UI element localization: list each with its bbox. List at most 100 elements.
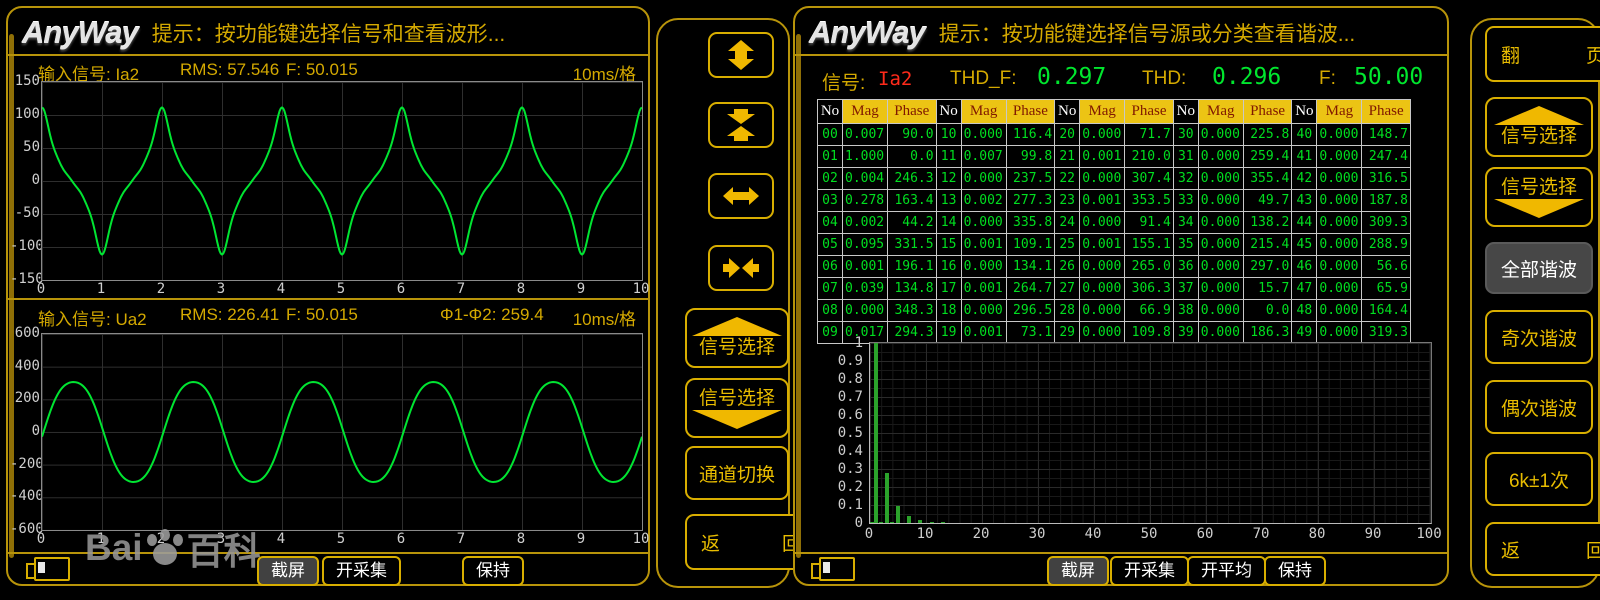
- spectrum-y-tick: 0.8: [833, 371, 863, 387]
- wave2-x-tick: 6: [390, 531, 412, 547]
- harmonic-phase: 335.8: [1006, 212, 1055, 234]
- expand-horizontal-button[interactable]: [708, 173, 774, 219]
- wave1-x-tick: 10: [630, 281, 652, 297]
- expand-vertical-button[interactable]: [708, 32, 774, 78]
- start-capture-button[interactable]: 开采集: [322, 556, 401, 586]
- back-button[interactable]: 返 回: [1485, 522, 1600, 576]
- wave1-y-tick: 100: [10, 106, 40, 122]
- thd-label: THD:: [1142, 68, 1186, 90]
- harmonic-mag: 0.007: [961, 146, 1006, 168]
- harmonic-mag: 0.000: [1080, 124, 1125, 146]
- wave2-x-tick: 5: [330, 531, 352, 547]
- hold-button[interactable]: 保持: [462, 556, 524, 586]
- panel-left-accent: [796, 34, 801, 558]
- harmonic-phase: 73.1: [1006, 322, 1055, 344]
- odd-harmonics-label: 奇次谐波: [1501, 324, 1577, 351]
- harmonic-mag: 0.000: [961, 212, 1006, 234]
- screenshot-button[interactable]: 截屏: [257, 556, 319, 586]
- hold-button[interactable]: 保持: [1264, 556, 1326, 586]
- start-average-button[interactable]: 开平均: [1187, 556, 1266, 586]
- wave1-y-ticks: 150100500-50-100-150: [10, 81, 42, 293]
- harmonic-no: 20: [1055, 124, 1080, 146]
- wave1-x-ticks: 012345678910: [41, 281, 645, 297]
- six-k-harmonics-button[interactable]: 6k±1次: [1485, 452, 1593, 506]
- harmonic-table-row: 040.00244.2140.000335.8240.00091.4340.00…: [818, 212, 1411, 234]
- wave1-y-tick: -50: [10, 205, 40, 221]
- harmonic-mag: 1.000: [843, 146, 888, 168]
- compress-vertical-button[interactable]: [708, 102, 774, 148]
- harmonic-mag: 0.001: [1080, 234, 1125, 256]
- harmonic-no: 24: [1055, 212, 1080, 234]
- harmonic-mag: 0.001: [961, 278, 1006, 300]
- wave2-x-tick: 9: [570, 531, 592, 547]
- wave2-x-tick: 4: [270, 531, 292, 547]
- harmonic-no: 07: [818, 278, 843, 300]
- all-harmonics-button[interactable]: 全部谐波: [1485, 242, 1593, 294]
- channel-switch-button[interactable]: 通道切换: [685, 446, 789, 500]
- wave2-y-tick: -400: [10, 488, 40, 504]
- harmonic-mag: 0.001: [961, 322, 1006, 344]
- harmonic-phase: 246.3: [888, 168, 937, 190]
- watermark-text-right: 百科: [187, 521, 261, 575]
- harmonic-bar-13: [941, 522, 945, 524]
- harmonic-phase: 91.4: [1125, 212, 1174, 234]
- harmonic-phase: 164.4: [1362, 300, 1411, 322]
- harmonic-phase: 297.0: [1243, 256, 1292, 278]
- signal-select-down-button[interactable]: 信号选择: [685, 378, 789, 438]
- harmonic-no: 27: [1055, 278, 1080, 300]
- harmonic-table-row: 050.095331.5150.001109.1250.001155.1350.…: [818, 234, 1411, 256]
- harmonic-no: 28: [1055, 300, 1080, 322]
- waveform-panel: AnyWay 提示：按功能键选择信号和查看波形... 输入信号: Ia2 RMS…: [6, 6, 650, 586]
- harmonic-bar-7: [907, 516, 911, 523]
- harmonic-spectrum-plot: [869, 342, 1432, 524]
- harmonic-phase: 319.3: [1362, 322, 1411, 344]
- wave1-x-tick: 7: [450, 281, 472, 297]
- harmonic-no: 08: [818, 300, 843, 322]
- signal-summary-row: 信号: Ia2 THD_F: 0.297 THD: 0.296 F: 50.00: [795, 62, 1447, 94]
- right-bottom-bar: 截屏开采集开平均保持: [795, 553, 1447, 587]
- start-capture-button[interactable]: 开采集: [1110, 556, 1189, 586]
- even-harmonics-label: 偶次谐波: [1501, 394, 1577, 421]
- harmonic-phase: 331.5: [888, 234, 937, 256]
- harmonic-mag: 0.095: [843, 234, 888, 256]
- col-header-phase: Phase: [1006, 100, 1055, 124]
- harmonic-no: 40: [1292, 124, 1317, 146]
- harmonic-mag: 0.001: [1080, 146, 1125, 168]
- harmonic-mag: 0.000: [1198, 278, 1243, 300]
- divider: [8, 298, 648, 300]
- harmonic-mag: 0.000: [1317, 212, 1362, 234]
- harmonic-phase: 237.5: [1006, 168, 1055, 190]
- harmonic-mag: 0.000: [1317, 190, 1362, 212]
- odd-harmonics-button[interactable]: 奇次谐波: [1485, 310, 1593, 364]
- frequency-label: F:: [1319, 68, 1336, 90]
- spectrum-y-tick: 0.7: [833, 389, 863, 405]
- even-harmonics-button[interactable]: 偶次谐波: [1485, 380, 1593, 434]
- harmonic-mag: 0.000: [961, 300, 1006, 322]
- back-label-right: 回: [1586, 536, 1600, 563]
- page-flip-button[interactable]: 翻 页: [1485, 26, 1600, 82]
- wave1-x-tick: 1: [90, 281, 112, 297]
- signal-value: Ia2: [878, 68, 912, 90]
- harmonic-phase: 148.7: [1362, 124, 1411, 146]
- harmonic-no: 44: [1292, 212, 1317, 234]
- harmonic-phase: 66.9: [1125, 300, 1174, 322]
- wave2-rms: RMS: 226.41: [180, 305, 279, 325]
- harmonic-mag: 0.000: [1198, 124, 1243, 146]
- harmonic-phase: 288.9: [1362, 234, 1411, 256]
- harmonic-table-header-row: NoMagPhaseNoMagPhaseNoMagPhaseNoMagPhase…: [818, 100, 1411, 124]
- harmonic-no: 01: [818, 146, 843, 168]
- compress-horizontal-button[interactable]: [708, 245, 774, 291]
- signal-select-up-button[interactable]: 信号选择: [1485, 97, 1593, 157]
- harmonic-mag: 0.000: [1317, 234, 1362, 256]
- wave2-y-tick: 0: [10, 423, 40, 439]
- harmonic-phase: 49.7: [1243, 190, 1292, 212]
- col-header-mag: Mag: [1317, 100, 1362, 124]
- harmonic-phase: 294.3: [888, 322, 937, 344]
- harmonic-mag: 0.004: [843, 168, 888, 190]
- col-header-no: No: [936, 100, 961, 124]
- signal-select-down-button[interactable]: 信号选择: [1485, 167, 1593, 227]
- harmonic-phase: 306.3: [1125, 278, 1174, 300]
- harmonic-table-row: 030.278163.4130.002277.3230.001353.5330.…: [818, 190, 1411, 212]
- signal-select-up-button[interactable]: 信号选择: [685, 308, 789, 368]
- screenshot-button[interactable]: 截屏: [1047, 556, 1109, 586]
